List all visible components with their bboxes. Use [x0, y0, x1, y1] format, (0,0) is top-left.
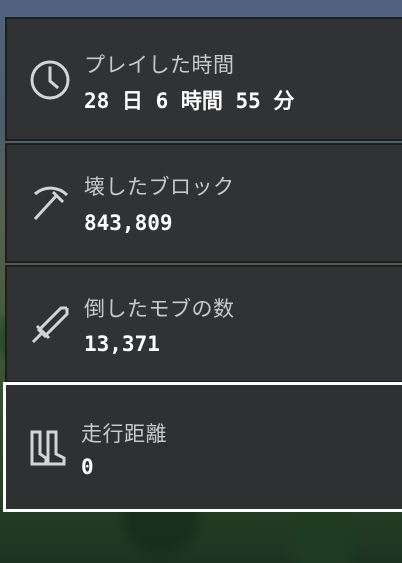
stat-label: プレイした時間	[84, 53, 235, 77]
stat-value: 13,371	[84, 332, 160, 356]
stat-value: 843,809	[84, 211, 173, 235]
stat-mobs-killed[interactable]: 倒したモブの数 13,371	[5, 265, 402, 383]
stat-label: 走行距離	[81, 422, 167, 446]
stat-label: 壊したブロック	[84, 175, 235, 199]
stat-playtime[interactable]: プレイした時間 28 日 6 時間 55 分	[5, 17, 402, 141]
stat-label: 倒したモブの数	[84, 297, 235, 321]
stat-value: 28 日 6 時間 55 分	[84, 89, 295, 113]
sword-icon	[27, 302, 73, 348]
boots-icon	[26, 424, 72, 470]
stat-blocks-mined[interactable]: 壊したブロック 843,809	[5, 143, 402, 263]
stat-value: 0	[81, 455, 94, 479]
statistics-list: プレイした時間 28 日 6 時間 55 分 壊したブロック 843,809 倒…	[0, 0, 402, 563]
clock-icon	[27, 57, 73, 103]
stat-distance-walked[interactable]: 走行距離 0	[3, 382, 402, 512]
pickaxe-icon	[27, 179, 73, 225]
